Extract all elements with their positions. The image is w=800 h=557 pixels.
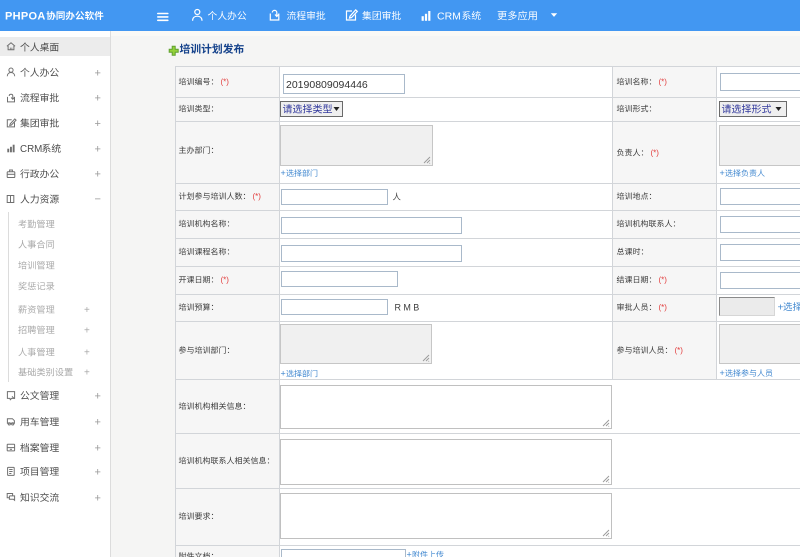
svg-text:+: + (84, 305, 90, 316)
svg-text:CRM: CRM (20, 144, 42, 155)
svg-text:(*): (*) (651, 148, 660, 157)
svg-text:+: + (720, 368, 725, 378)
svg-text:(*): (*) (659, 303, 668, 312)
svg-text:+: + (95, 417, 101, 429)
svg-text:+: + (95, 390, 101, 402)
svg-text:CRM: CRM (437, 10, 461, 22)
svg-text:+: + (778, 301, 784, 313)
svg-text:+: + (407, 550, 412, 557)
svg-text:(*): (*) (253, 192, 262, 201)
svg-text:+: + (95, 93, 101, 105)
svg-text:−: − (95, 193, 101, 205)
svg-text:+: + (95, 143, 101, 155)
svg-text:+: + (720, 168, 725, 178)
svg-text:(*): (*) (221, 77, 230, 86)
svg-text:(*): (*) (675, 346, 684, 355)
svg-text:+: + (281, 168, 286, 178)
svg-text:+: + (95, 443, 101, 455)
svg-text:+: + (95, 492, 101, 504)
svg-text:+: + (281, 369, 286, 379)
svg-text:+: + (95, 67, 101, 79)
svg-text:+: + (84, 368, 90, 379)
svg-text:+: + (84, 348, 90, 359)
svg-text:(*): (*) (659, 77, 668, 86)
svg-text:+: + (95, 466, 101, 478)
svg-text:+: + (95, 118, 101, 130)
svg-text:20190809094446: 20190809094446 (286, 79, 368, 91)
svg-text:RMB: RMB (395, 303, 422, 313)
svg-text:+: + (95, 169, 101, 181)
svg-text:PHPOA: PHPOA (5, 10, 46, 22)
svg-text:(*): (*) (221, 275, 230, 284)
svg-text:+: + (84, 325, 90, 336)
svg-text:(*): (*) (659, 275, 668, 284)
